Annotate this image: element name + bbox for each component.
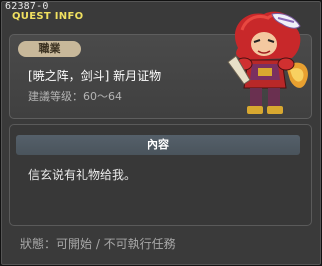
job-badge: 職業 xyxy=(18,41,81,57)
content-header: 內容 xyxy=(16,135,300,155)
quest-name: [暁之阵，剑斗] 新月证物 xyxy=(28,69,162,83)
npc-portrait-icon xyxy=(224,8,316,118)
quest-status: 狀態：可開始 / 不可執行任務 xyxy=(20,237,176,251)
window-title: QUEST INFO xyxy=(12,11,84,22)
recommended-level: 建議等级：60～64 xyxy=(28,90,122,103)
quest-description: 信玄说有礼物给我。 xyxy=(28,168,137,182)
